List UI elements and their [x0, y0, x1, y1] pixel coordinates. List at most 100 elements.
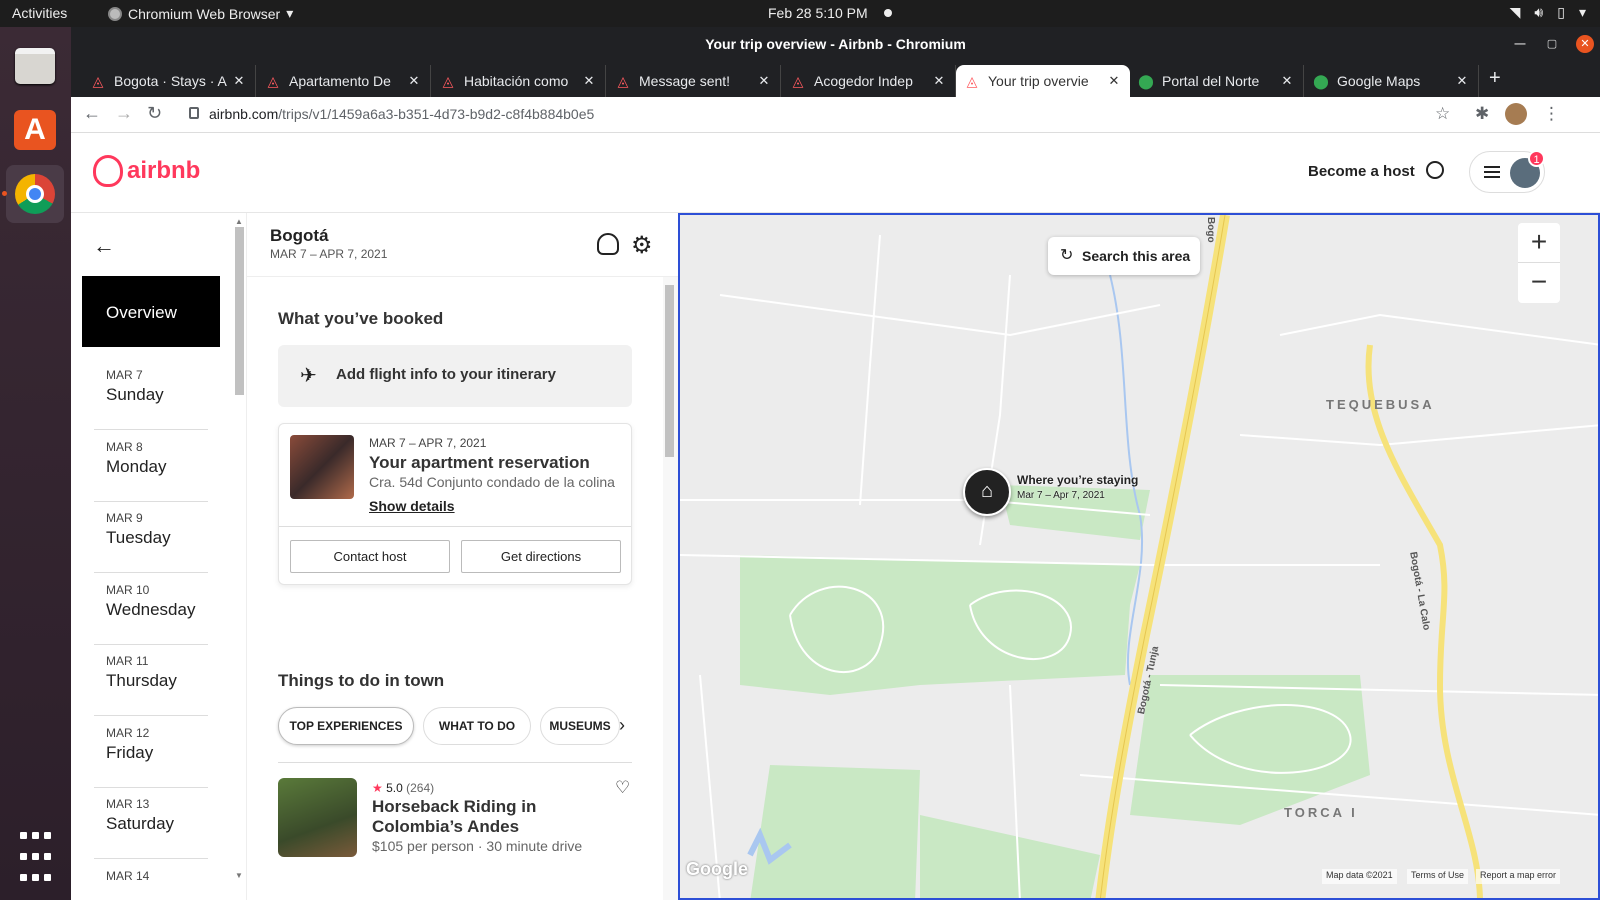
scrollbar[interactable]	[235, 227, 244, 395]
trip-dates: MAR 7 – APR 7, 2021	[270, 247, 388, 261]
close-tab-icon[interactable]: ✕	[1279, 73, 1295, 89]
zoom-out-button[interactable]: −	[1518, 263, 1560, 303]
tab[interactable]: ◬ Message sent! ✕	[607, 65, 781, 97]
close-tab-icon[interactable]: ✕	[231, 73, 247, 89]
heart-icon[interactable]: ♡	[615, 778, 630, 798]
plus-icon: +	[1530, 226, 1548, 257]
terms-link[interactable]: Terms of Use	[1407, 869, 1469, 884]
scroll-down-icon[interactable]: ▼	[235, 871, 243, 880]
minimize-icon[interactable]: —	[1512, 36, 1528, 52]
profile-avatar[interactable]	[1505, 103, 1527, 125]
become-host-link[interactable]: Become a host	[1308, 163, 1415, 180]
site-header: airbnb Become a host 1	[71, 133, 1600, 213]
zoom-in-button[interactable]: +	[1518, 223, 1560, 263]
stay-marker-title: Where you’re staying	[1017, 473, 1139, 487]
close-tab-icon[interactable]: ✕	[1106, 73, 1122, 89]
dock-files[interactable]	[6, 37, 64, 95]
day-nav-item[interactable]: MAR 14	[94, 859, 208, 900]
park-area	[920, 815, 1100, 898]
overview-nav-item[interactable]: Overview	[82, 276, 220, 347]
show-details-link[interactable]: Show details	[369, 498, 455, 514]
close-tab-icon[interactable]: ✕	[581, 73, 597, 89]
day-nav-item[interactable]: MAR 7 Sunday	[94, 358, 208, 430]
activities-button[interactable]: Activities	[12, 5, 67, 21]
tab-active[interactable]: ◬ Your trip overvie ✕	[956, 65, 1130, 97]
get-directions-button[interactable]: Get directions	[461, 540, 621, 573]
add-guest-icon[interactable]	[597, 233, 619, 255]
map-canvas	[680, 215, 1598, 898]
url-domain: airbnb.com	[209, 106, 279, 122]
maps-icon: ⬤	[1313, 72, 1329, 89]
add-flight-button[interactable]: ✈ Add flight info to your itinerary	[278, 345, 632, 407]
stay-marker[interactable]: ⌂	[963, 468, 1011, 516]
files-icon	[15, 48, 55, 84]
scrollbar[interactable]	[665, 285, 674, 457]
park-area	[740, 555, 1140, 695]
tab[interactable]: ◬ Habitación como ✕	[432, 65, 606, 97]
dock-chromium[interactable]	[2, 165, 64, 223]
tab-label: Message sent!	[639, 73, 731, 89]
day-nav-item[interactable]: MAR 13 Saturday	[94, 787, 208, 859]
close-window-icon[interactable]: ✕	[1576, 35, 1594, 53]
experience-image[interactable]	[278, 778, 357, 857]
menu-dots-icon[interactable]: ⋮	[1543, 104, 1560, 124]
extensions-icon[interactable]: ✱	[1475, 104, 1489, 124]
tab[interactable]: ◬ Bogota · Stays · A ✕	[82, 65, 256, 97]
stay-marker-label: Where you’re staying Mar 7 – Apr 7, 2021	[1017, 473, 1138, 501]
close-tab-icon[interactable]: ✕	[1454, 73, 1470, 89]
user-menu-button[interactable]: 1	[1469, 150, 1545, 193]
globe-icon[interactable]	[1426, 161, 1444, 179]
listing-thumbnail[interactable]	[290, 435, 354, 499]
tab[interactable]: ◬ Acogedor Indep ✕	[782, 65, 956, 97]
close-tab-icon[interactable]: ✕	[931, 73, 947, 89]
clock[interactable]: Feb 28 5:10 PM	[768, 5, 868, 21]
day-nav-item[interactable]: MAR 8 Monday	[94, 430, 208, 502]
system-top-bar: Activities Chromium Web Browser ▾ Feb 28…	[0, 0, 1600, 27]
day-nav-item[interactable]: MAR 12 Friday	[94, 716, 208, 788]
hamburger-icon	[1484, 166, 1500, 178]
pill-what-to-do[interactable]: WHAT TO DO	[423, 707, 531, 745]
tab[interactable]: ◬ Apartamento De ✕	[257, 65, 431, 97]
day-date: MAR 14	[106, 869, 150, 883]
forward-icon[interactable]: →	[115, 103, 133, 124]
lock-icon[interactable]	[189, 107, 199, 119]
browser-toolbar: ← → ↻ airbnb.com/trips/v1/1459a6a3-b351-…	[71, 97, 1600, 133]
day-nav-item[interactable]: MAR 10 Wednesday	[94, 573, 208, 645]
day-date: MAR 8	[106, 440, 143, 454]
park-area	[750, 765, 920, 898]
map[interactable]: ↻ Search this area + − ⌂ Where you’re st…	[678, 213, 1600, 900]
tab-label: Bogota · Stays · A	[114, 73, 227, 89]
address-bar[interactable]: airbnb.com/trips/v1/1459a6a3-b351-4d73-b…	[209, 106, 594, 122]
close-tab-icon[interactable]: ✕	[756, 73, 772, 89]
new-tab-icon[interactable]: +	[1489, 67, 1501, 90]
pill-top-experiences[interactable]: TOP EXPERIENCES	[278, 707, 414, 745]
running-indicator	[2, 191, 7, 196]
search-this-area-button[interactable]: ↻ Search this area	[1048, 237, 1200, 275]
reload-icon[interactable]: ↻	[147, 103, 162, 124]
day-nav-item[interactable]: MAR 9 Tuesday	[94, 501, 208, 573]
experience-title[interactable]: Horseback Riding in Colombia’s Andes	[372, 797, 618, 837]
system-tray[interactable]: ◥ 🔊︎ ▯ ▾	[1510, 4, 1586, 21]
tab[interactable]: ⬤ Portal del Norte ✕	[1130, 65, 1304, 97]
tab-label: Your trip overvie	[988, 73, 1089, 89]
contact-host-button[interactable]: Contact host	[290, 540, 450, 573]
gear-icon[interactable]: ⚙	[631, 231, 653, 260]
app-menu[interactable]: Chromium Web Browser ▾	[108, 5, 293, 22]
section-heading: What you’ve booked	[278, 309, 444, 328]
experience-price: $105 per person · 30 minute drive	[372, 838, 583, 854]
close-tab-icon[interactable]: ✕	[406, 73, 422, 89]
dock-software[interactable]: A	[6, 101, 64, 159]
tab[interactable]: ⬤ Google Maps ✕	[1305, 65, 1479, 97]
day-nav-item[interactable]: MAR 11 Thursday	[94, 644, 208, 716]
airbnb-logo[interactable]: airbnb	[93, 155, 200, 187]
scroll-up-icon[interactable]: ▲	[235, 217, 243, 226]
bookmark-star-icon[interactable]: ☆	[1435, 104, 1450, 124]
report-error-link[interactable]: Report a map error	[1476, 869, 1561, 884]
back-icon[interactable]: ←	[83, 103, 101, 124]
dock: A	[0, 27, 71, 900]
pill-museums[interactable]: MUSEUMS	[540, 707, 620, 745]
back-arrow-icon[interactable]: ←	[93, 233, 115, 259]
maximize-icon[interactable]: ▢	[1544, 36, 1560, 52]
chevron-right-icon[interactable]: ›	[619, 715, 625, 736]
show-apps-button[interactable]	[6, 827, 64, 885]
